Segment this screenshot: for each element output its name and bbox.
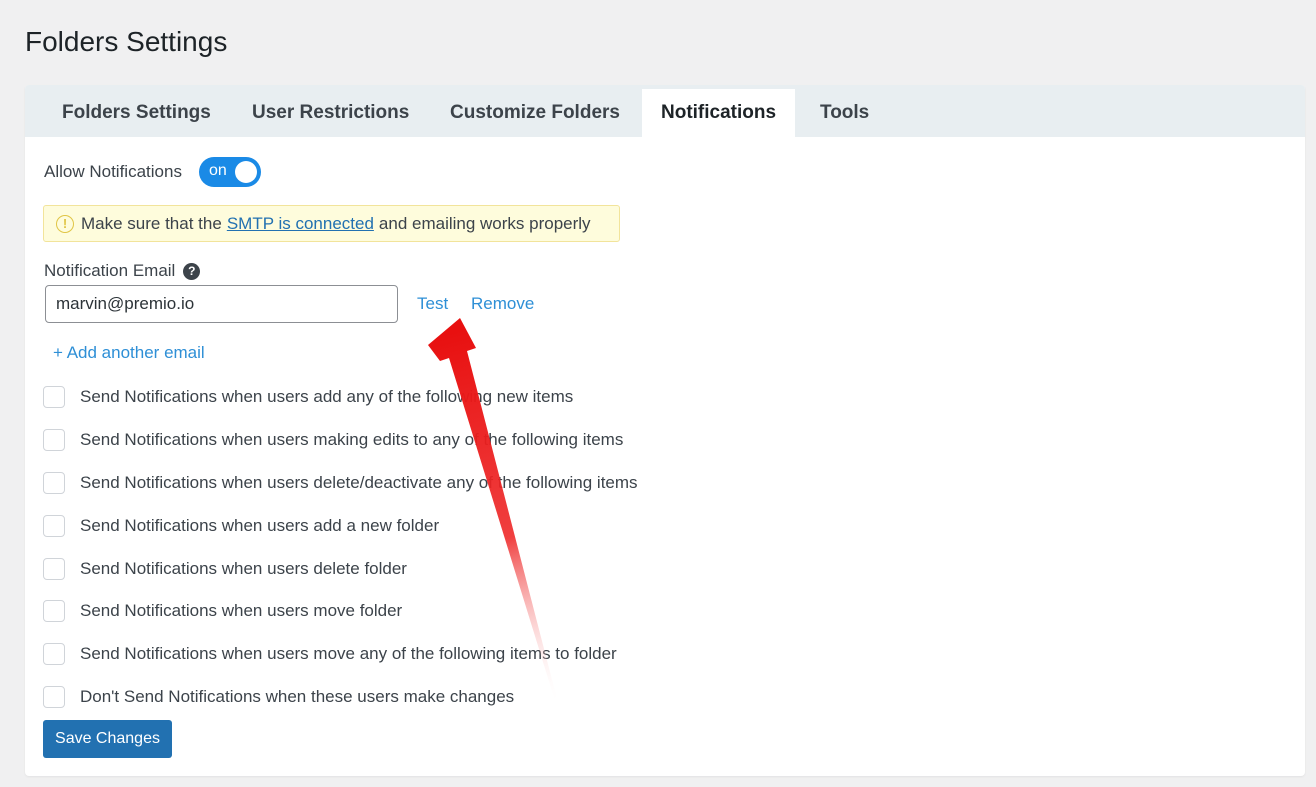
tab-tools[interactable]: Tools [801, 89, 888, 137]
save-changes-button[interactable]: Save Changes [43, 720, 172, 758]
info-circle-icon: ! [56, 214, 74, 233]
option-checkbox[interactable] [43, 515, 65, 537]
option-row: Send Notifications when users move folde… [43, 599, 402, 623]
toggle-knob [234, 161, 257, 183]
allow-notifications-row: Allow Notifications on [44, 157, 261, 187]
option-row: Don't Send Notifications when these user… [43, 685, 514, 709]
option-label: Send Notifications when users move any o… [80, 644, 617, 663]
notification-email-input[interactable] [45, 285, 398, 323]
notice-text-before: Make sure that the [81, 213, 222, 233]
settings-card: Folders Settings User Restrictions Custo… [25, 85, 1305, 776]
tab-notifications[interactable]: Notifications [642, 89, 796, 137]
tab-customize-folders[interactable]: Customize Folders [431, 89, 639, 137]
allow-notifications-label: Allow Notifications [44, 162, 182, 181]
option-row: Send Notifications when users move any o… [43, 642, 617, 666]
test-email-link[interactable]: Test [417, 294, 448, 314]
smtp-link[interactable]: SMTP is connected [227, 214, 374, 234]
option-label: Send Notifications when users add any of… [80, 387, 574, 406]
option-checkbox[interactable] [43, 386, 65, 408]
notification-email-label: Notification Email [44, 261, 176, 280]
notice-text-after: and emailing works properly [378, 213, 591, 233]
option-checkbox[interactable] [43, 558, 65, 580]
option-row: Send Notifications when users delete fol… [43, 557, 407, 581]
allow-notifications-toggle[interactable]: on [198, 157, 261, 187]
tab-bar: Folders Settings User Restrictions Custo… [25, 85, 1305, 137]
option-label: Don't Send Notifications when these user… [80, 687, 515, 706]
notification-email-label-row: Notification Email ? [44, 261, 201, 281]
add-another-email-link[interactable]: + Add another email [53, 343, 205, 363]
option-checkbox[interactable] [43, 429, 65, 451]
option-label: Send Notifications when users move folde… [80, 601, 403, 620]
option-row: Send Notifications when users add any of… [43, 385, 573, 409]
option-label: Send Notifications when users delete/dea… [80, 473, 638, 492]
option-checkbox[interactable] [43, 686, 65, 708]
smtp-notice: ! Make sure that the SMTP is connected a… [43, 205, 620, 242]
option-label: Send Notifications when users delete fol… [80, 559, 407, 578]
toggle-text: on [208, 162, 227, 179]
option-checkbox[interactable] [43, 600, 65, 622]
option-label: Send Notifications when users add a new … [80, 516, 440, 535]
option-checkbox[interactable] [43, 643, 65, 665]
page-title: Folders Settings [25, 26, 228, 57]
question-circle-icon[interactable]: ? [183, 262, 201, 280]
option-checkbox[interactable] [43, 472, 65, 494]
tab-user-restrictions[interactable]: User Restrictions [233, 89, 428, 137]
option-row: Send Notifications when users making edi… [43, 428, 623, 452]
tab-folders-settings[interactable]: Folders Settings [43, 89, 230, 137]
option-row: Send Notifications when users add a new … [43, 514, 439, 538]
remove-email-link[interactable]: Remove [471, 294, 534, 314]
option-label: Send Notifications when users making edi… [80, 430, 624, 449]
option-row: Send Notifications when users delete/dea… [43, 471, 638, 495]
